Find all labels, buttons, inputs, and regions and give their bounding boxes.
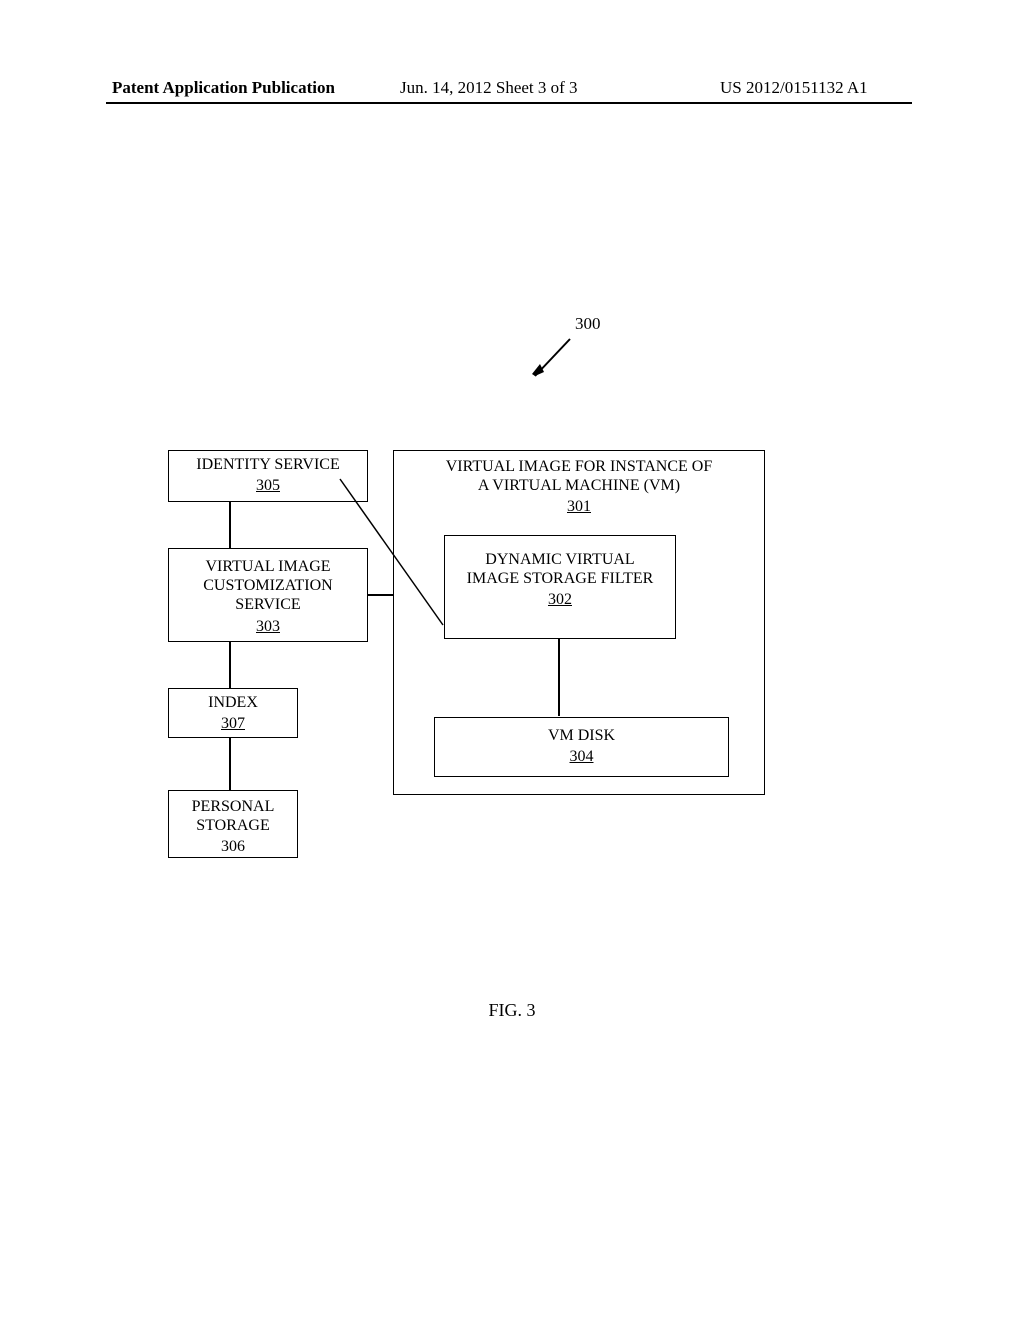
figure-caption: FIG. 3 [0, 1000, 1024, 1021]
box-storage-filter: DYNAMIC VIRTUAL IMAGE STORAGE FILTER 302 [444, 535, 676, 639]
box-vm-disk: VM DISK 304 [434, 717, 729, 777]
box-number: 301 [567, 497, 591, 516]
reference-arrow-icon [520, 334, 580, 384]
connector-303-301 [368, 594, 393, 596]
box-title-l1: PERSONAL [169, 797, 297, 816]
header-right: US 2012/0151132 A1 [720, 78, 868, 98]
connector-302-304 [558, 638, 560, 716]
box-title-l1: DYNAMIC VIRTUAL [445, 550, 675, 569]
connector-305-302-diagonal [336, 475, 466, 640]
box-number: 307 [221, 714, 245, 733]
connector-307-306 [229, 738, 231, 790]
box-title: VM DISK [435, 726, 728, 745]
box-title-l2: STORAGE [169, 816, 297, 835]
diagram-figure: 300 IDENTITY SERVICE 305 VIRTUAL IMAGE C… [0, 300, 1024, 940]
box-number: 305 [256, 476, 280, 495]
box-title-l2: IMAGE STORAGE FILTER [445, 569, 675, 588]
box-title-l1: VIRTUAL IMAGE FOR INSTANCE OF [394, 457, 764, 476]
box-personal-storage: PERSONAL STORAGE 306 [168, 790, 298, 858]
box-index: INDEX 307 [168, 688, 298, 738]
header-center: Jun. 14, 2012 Sheet 3 of 3 [400, 78, 578, 98]
reference-number-300: 300 [575, 314, 601, 334]
header-left: Patent Application Publication [112, 78, 335, 98]
box-number: 306 [221, 837, 245, 856]
box-title: IDENTITY SERVICE [169, 455, 367, 474]
box-number: 303 [256, 617, 280, 636]
connector-303-307 [229, 642, 231, 688]
box-number: 304 [570, 747, 594, 766]
header-rule [106, 102, 912, 104]
box-title: INDEX [169, 693, 297, 712]
connector-305-303 [229, 502, 231, 548]
box-number: 302 [548, 590, 572, 609]
page-header: Patent Application Publication Jun. 14, … [0, 78, 1024, 102]
